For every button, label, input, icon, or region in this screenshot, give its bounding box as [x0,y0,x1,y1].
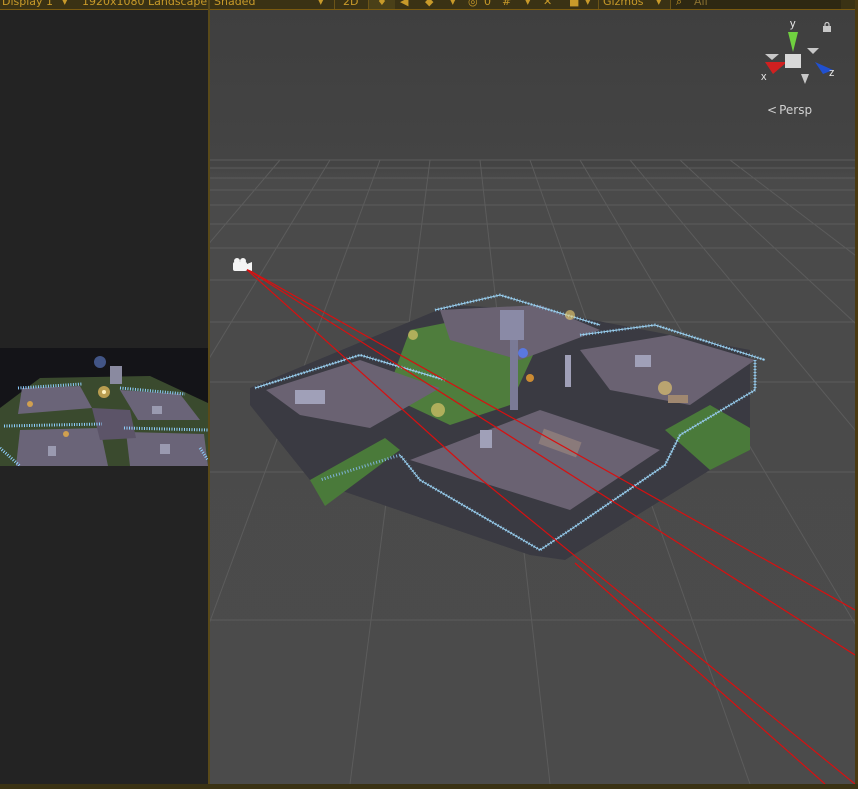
scene-view[interactable] [210,10,855,784]
projection-toggle[interactable]: < Persp [767,103,812,117]
search-placeholder: All [694,0,708,8]
grid-dropdown-arrow[interactable]: ▾ [525,0,531,9]
hidden-count: 0 [484,0,491,8]
neg-x-axis-cone[interactable] [765,54,779,60]
grid-icon[interactable]: # [502,0,511,9]
game-view-panel [0,10,208,789]
draw-mode-dropdown[interactable]: Shaded [214,0,255,9]
draw-mode-arrow[interactable]: ▾ [318,0,324,9]
gizmo-x-label: x [761,71,767,83]
camera-dropdown-arrow[interactable]: ▾ [585,0,591,9]
effects-dropdown-arrow[interactable]: ▾ [450,0,456,9]
2d-toggle-button[interactable]: 2D [343,0,358,9]
lighting-icon: ♦ [377,0,387,8]
scene-toolbar: Display 1 ▾ 1920x1080 Landscape Shaded ▾… [0,0,858,10]
scene-viewport[interactable] [210,10,855,784]
hidden-objects-icon[interactable]: ◎ [468,0,478,9]
projection-label: Persp [779,103,813,117]
gizmo-center-cube[interactable] [785,54,801,68]
camera-settings-icon[interactable]: ■ [569,0,579,9]
perspective-chevron-icon: < [767,103,778,117]
gizmo-y-label: y [790,18,796,30]
y-axis-cone[interactable] [788,32,798,52]
game-view-scene-image [0,348,208,466]
tools-icon[interactable]: ✕ [543,0,552,9]
neg-y-axis-cone[interactable] [801,74,809,84]
x-axis-cone[interactable] [765,62,787,74]
display-dropdown-arrow[interactable]: ▾ [62,0,68,9]
display-dropdown[interactable]: Display 1 [2,0,53,9]
effects-icon[interactable]: ◆ [425,0,433,9]
window-bottom-edge [0,784,858,789]
lock-icon[interactable] [822,21,832,32]
resolution-dropdown[interactable]: 1920x1080 Landscape [82,0,207,9]
neg-z-axis-cone[interactable] [807,48,819,54]
gizmo-z-label: z [829,67,835,79]
gizmos-dropdown-arrow[interactable]: ▾ [656,0,662,9]
gizmos-button[interactable]: Gizmos [603,0,644,9]
game-view-render [0,348,208,466]
audio-icon[interactable]: ◀ [400,0,408,9]
search-icon: ⌕ [676,0,683,8]
